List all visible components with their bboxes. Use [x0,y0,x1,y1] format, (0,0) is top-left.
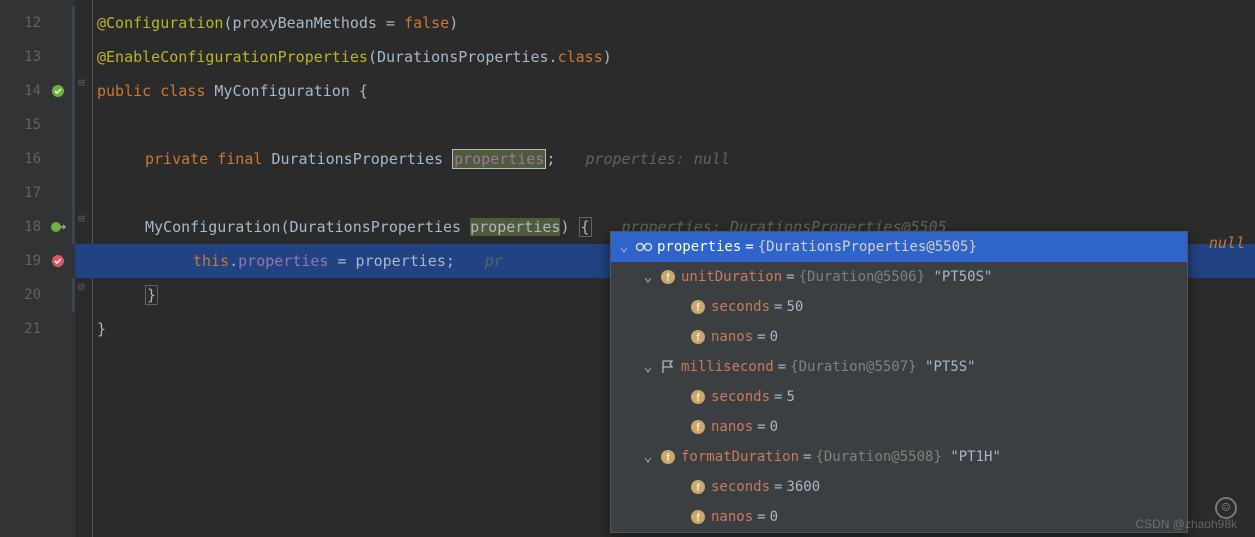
line-number: 17 [24,185,41,201]
debug-variables-popup[interactable]: ⌄ properties = {DurationsProperties@5505… [610,231,1188,533]
annotation: @Configuration [97,14,223,32]
line-number: 19 [24,253,41,269]
field-icon: f [689,388,707,406]
code-line[interactable] [75,176,1255,210]
line-number: 20 [24,287,41,303]
field-icon: f [689,508,707,526]
debug-tree-row[interactable]: f seconds=50 [611,292,1187,322]
debug-tree-row[interactable]: f seconds=3600 [611,472,1187,502]
line-number: 21 [24,321,41,337]
debug-tree-row[interactable]: ⌄ millisecond={Duration@5507} "PT5S" [611,352,1187,382]
inlay-hint: properties: null [585,150,730,168]
gutter-row[interactable]: 14 [0,74,75,108]
annotation: @EnableConfigurationProperties [97,48,368,66]
help-icon[interactable]: ☺ [1215,497,1237,519]
breakpoint-icon[interactable] [49,252,67,270]
line-number: 15 [24,117,41,133]
line-number: 14 [24,83,41,99]
field-icon: f [689,298,707,316]
code-line[interactable] [75,108,1255,142]
field-reference: properties [238,252,328,270]
debug-tree-row[interactable]: ⌄ f unitDuration={Duration@5506} "PT50S" [611,262,1187,292]
field-icon: f [689,328,707,346]
debug-tree-row[interactable]: f seconds=5 [611,382,1187,412]
code-line[interactable]: private final DurationsProperties proper… [75,142,1255,176]
parameter: properties [470,218,560,236]
gutter: 12 13 14 15 16 17 18 19 20 21 [0,0,75,537]
chevron-down-icon[interactable]: ⌄ [641,449,655,465]
line-number: 12 [24,15,41,31]
gutter-row[interactable]: 15 [0,108,75,142]
debug-tree-row[interactable]: f nanos=0 [611,502,1187,532]
debug-root-row[interactable]: ⌄ properties = {DurationsProperties@5505… [611,232,1187,262]
line-number: 16 [24,151,41,167]
debug-tree-row[interactable]: f nanos=0 [611,412,1187,442]
line-number: 13 [24,49,41,65]
navigate-icon[interactable] [49,218,67,236]
gutter-row[interactable]: 20 [0,278,75,312]
gutter-row[interactable]: 21 [0,312,75,346]
gutter-row[interactable]: 17 [0,176,75,210]
watermark: CSDN @zhaoh98k [1135,517,1237,531]
field-icon: f [689,418,707,436]
field-icon: f [659,448,677,466]
gutter-row[interactable]: 18 [0,210,75,244]
gutter-row[interactable]: 13 [0,40,75,74]
inlay-null: null [1209,234,1245,252]
chevron-down-icon[interactable]: ⌄ [641,359,655,375]
gutter-row[interactable]: 16 [0,142,75,176]
chevron-down-icon[interactable]: ⌄ [641,269,655,285]
glasses-icon [635,238,653,256]
inlay-hint: pr [485,252,503,270]
chevron-down-icon[interactable]: ⌄ [617,239,631,255]
field-icon: f [689,478,707,496]
field-icon: f [659,268,677,286]
code-line[interactable]: public class MyConfiguration { [75,74,1255,108]
line-number: 18 [24,219,41,235]
field-reference: properties [452,149,546,169]
code-line[interactable]: @EnableConfigurationProperties(Durations… [75,40,1255,74]
debug-tree-row[interactable]: ⌄ f formatDuration={Duration@5508} "PT1H… [611,442,1187,472]
code-line[interactable]: @Configuration(proxyBeanMethods = false) [75,6,1255,40]
gutter-row[interactable]: 12 [0,6,75,40]
spring-bean-icon[interactable] [49,82,67,100]
debug-tree-row[interactable]: f nanos=0 [611,322,1187,352]
gutter-row[interactable]: 19 [0,244,75,278]
flag-icon [659,358,677,376]
